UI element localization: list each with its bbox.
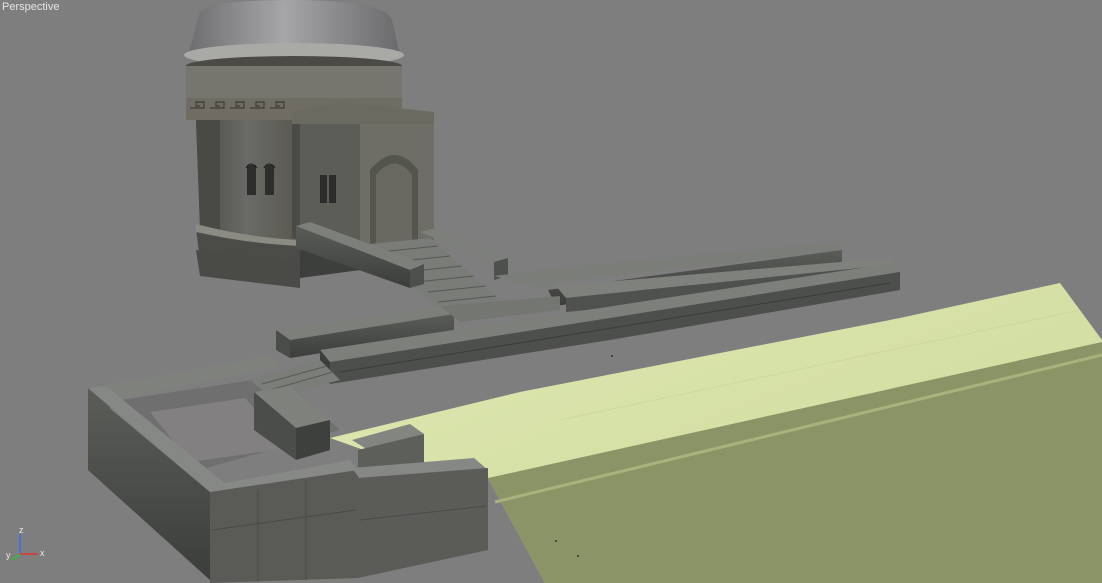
axis-gizmo: z x y xyxy=(6,525,45,561)
cornice xyxy=(186,66,402,100)
viewport-label[interactable]: Perspective xyxy=(2,1,59,13)
x-axis-label: x xyxy=(40,548,45,558)
entrance-portico xyxy=(292,102,434,244)
z-axis-label: z xyxy=(19,525,24,535)
window xyxy=(329,175,336,203)
lower-courtyard xyxy=(88,356,488,583)
window xyxy=(265,165,274,195)
window xyxy=(320,175,327,203)
perspective-viewport[interactable]: Perspective z x y xyxy=(0,0,1102,583)
window xyxy=(247,165,256,195)
y-axis-label: y xyxy=(6,550,11,560)
courtyard-wall-right xyxy=(358,468,488,578)
3d-scene[interactable] xyxy=(0,0,1102,583)
y-axis-line xyxy=(11,553,21,561)
